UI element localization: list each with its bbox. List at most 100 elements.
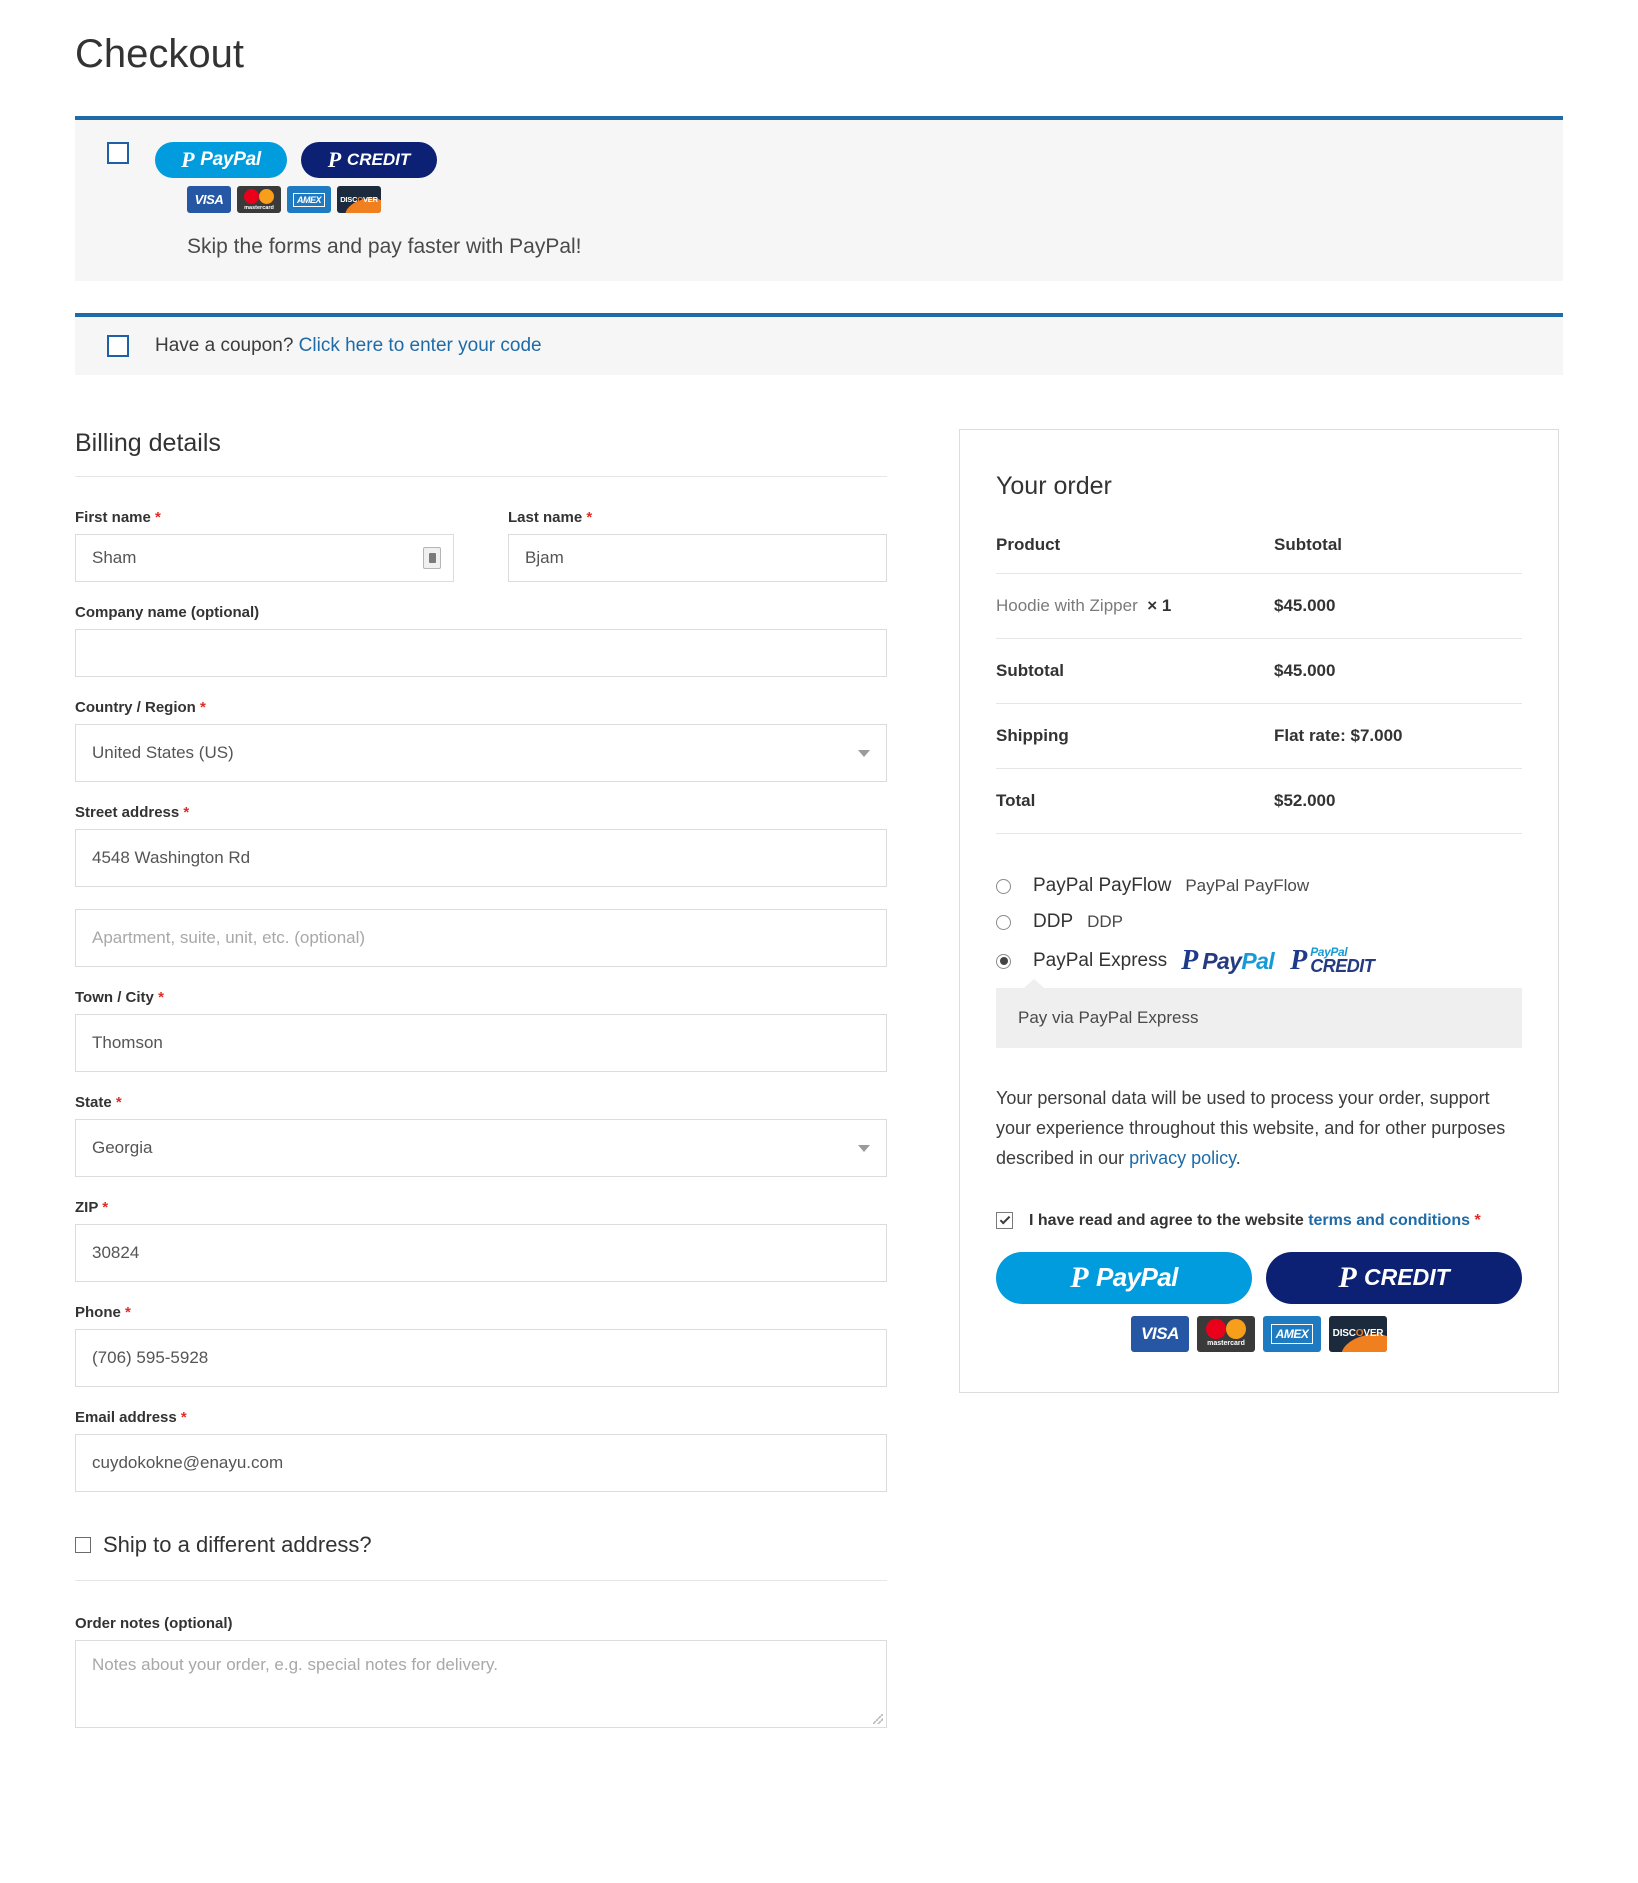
street-address-2-field: Apartment, suite, unit, etc. (optional) (75, 909, 887, 967)
state-required: * (115, 1094, 122, 1111)
paypal-button-label: PayPal (200, 149, 261, 170)
email-field: Email address * cuydokokne@enayu.com (75, 1409, 887, 1492)
last-name-input[interactable]: Bjam (508, 534, 887, 582)
coupon-checkbox[interactable] (107, 335, 129, 357)
street-address-field: Street address * 4548 Washington Rd (75, 804, 887, 887)
payment-method-paypal-payflow[interactable]: PayPal PayFlow PayPal PayFlow (996, 868, 1522, 904)
order-line-item-amount: $45.000 (1274, 573, 1522, 639)
paypal-credit-checkout-button-label: CREDIT (1364, 1264, 1450, 1291)
privacy-policy-link[interactable]: privacy policy (1129, 1148, 1236, 1168)
order-line-item-name: Hoodie with Zipper (996, 596, 1138, 615)
city-required: * (158, 989, 164, 1006)
radio-ddp[interactable] (996, 914, 1011, 930)
city-label-text: Town / City (75, 989, 154, 1006)
paypal-credit-p-icon: P (327, 147, 341, 172)
payment-method-paypal-payflow-alt: PayPal PayFlow (1185, 876, 1310, 895)
email-label: Email address * (75, 1409, 887, 1426)
street-address-required: * (183, 804, 190, 821)
payment-method-ddp[interactable]: DDP DDP (996, 904, 1522, 940)
payment-method-ddp-alt: DDP (1087, 912, 1124, 931)
resize-grip-icon[interactable] (873, 1714, 883, 1724)
order-summary-panel: Your order Product Subtotal Hoodie with … (959, 429, 1559, 1393)
privacy-notice-text-1: Your personal data will be used to proce… (996, 1088, 1506, 1168)
paypal-banner-buttons: P PayPal P CREDIT (155, 142, 582, 178)
mastercard-icon: mastercard (1197, 1315, 1255, 1352)
ship-to-different-address-row[interactable]: Ship to a different address? (75, 1532, 887, 1581)
first-name-input[interactable]: Sham (75, 534, 454, 582)
paypal-wordmark-pal: Pal (1241, 947, 1275, 974)
order-shipping-value: Flat rate: $7.000 (1274, 703, 1522, 769)
ship-to-different-address-checkbox[interactable] (75, 1537, 91, 1553)
paypal-credit-p-icon: P (1338, 1260, 1357, 1294)
paypal-credit-logo-icon: P PayPal CREDIT (1290, 945, 1375, 977)
zip-required: * (102, 1199, 109, 1216)
country-required: * (200, 699, 206, 716)
order-total-label: Total (996, 768, 1274, 834)
radio-paypal-payflow[interactable] (996, 878, 1011, 894)
terms-label: I have read and agree to the website ter… (1029, 1212, 1481, 1230)
email-value: cuydokokne@enayu.com (92, 1453, 284, 1472)
paypal-credit-button[interactable]: P CREDIT (301, 142, 437, 178)
order-notes-field: Order notes (optional) Notes about your … (75, 1615, 887, 1728)
paypal-express-checkbox[interactable] (107, 142, 129, 164)
zip-input[interactable]: 30824 (75, 1224, 887, 1282)
paypal-checkout-buttons: P PayPal P CREDIT (996, 1251, 1522, 1304)
phone-value: (706) 595-5928 (92, 1348, 209, 1367)
ship-to-different-address-label: Ship to a different address? (103, 1532, 372, 1557)
terms-and-conditions-link[interactable]: terms and conditions (1308, 1212, 1470, 1229)
paypal-wordmark-pay: Pay (1202, 947, 1242, 974)
order-accepted-cards-row: VISA mastercard AMEX DISCOVER (996, 1315, 1522, 1352)
state-value: Georgia (92, 1138, 153, 1157)
terms-required: * (1474, 1211, 1481, 1229)
street-address-2-input[interactable]: Apartment, suite, unit, etc. (optional) (75, 909, 887, 967)
city-input[interactable]: Thomson (75, 1014, 887, 1072)
country-label-text: Country / Region (75, 699, 196, 716)
phone-input[interactable]: (706) 595-5928 (75, 1329, 887, 1387)
country-value: United States (US) (92, 743, 234, 762)
order-line-item-qty: × 1 (1147, 596, 1172, 615)
email-input[interactable]: cuydokokne@enayu.com (75, 1434, 887, 1492)
password-manager-icon[interactable] (423, 547, 441, 569)
company-field: Company name (optional) (75, 604, 887, 677)
country-label: Country / Region * (75, 699, 887, 716)
street-address-input[interactable]: 4548 Washington Rd (75, 829, 887, 887)
chevron-down-icon (858, 1144, 870, 1152)
mastercard-icon: mastercard (237, 186, 281, 213)
order-notes-placeholder: Notes about your order, e.g. special not… (92, 1655, 499, 1674)
billing-form: Billing details First name * Sham Last n… (75, 429, 887, 1728)
order-subtotal-label: Subtotal (996, 638, 1274, 704)
last-name-label: Last name * (508, 509, 887, 526)
paypal-checkout-button-label: PayPal (1096, 1262, 1178, 1293)
visa-icon: VISA (1131, 1315, 1189, 1352)
order-notes-textarea[interactable]: Notes about your order, e.g. special not… (75, 1640, 887, 1728)
paypal-button[interactable]: P PayPal (155, 142, 287, 178)
privacy-notice-text-2: . (1235, 1147, 1241, 1168)
first-name-value: Sham (92, 548, 137, 567)
order-header-product: Product (996, 535, 1274, 574)
paypal-logo-icon: P PayPal (1181, 945, 1275, 977)
country-select[interactable]: United States (US) (75, 724, 887, 782)
terms-checkbox[interactable] (996, 1212, 1013, 1230)
radio-paypal-express[interactable] (996, 953, 1011, 969)
paypal-credit-checkout-button[interactable]: P CREDIT (1266, 1251, 1522, 1304)
payment-method-paypal-express[interactable]: PayPal Express P PayPal P PayPal CREDIT (996, 940, 1522, 982)
paypal-credit-button-label: CREDIT (346, 150, 411, 169)
city-value: Thomson (92, 1033, 163, 1052)
last-name-required: * (586, 509, 593, 526)
company-input[interactable] (75, 629, 887, 677)
order-subtotal-row: Subtotal $45.000 (996, 638, 1522, 704)
paypal-p-icon: P (181, 147, 195, 172)
terms-label-text: I have read and agree to the website (1029, 1211, 1309, 1229)
zip-label: ZIP * (75, 1199, 887, 1216)
first-name-field: First name * Sham (75, 509, 454, 582)
payment-method-description: Pay via PayPal Express (996, 979, 1522, 1049)
paypal-checkout-button[interactable]: P PayPal (996, 1251, 1252, 1304)
zip-value: 30824 (92, 1243, 140, 1262)
payment-method-ddp-label: DDP (1033, 911, 1074, 932)
zip-label-text: ZIP (75, 1199, 99, 1216)
terms-and-conditions-row[interactable]: I have read and agree to the website ter… (996, 1212, 1522, 1230)
paypal-p-icon: P (1070, 1260, 1089, 1294)
state-select[interactable]: Georgia (75, 1119, 887, 1177)
coupon-link[interactable]: Click here to enter your code (299, 335, 542, 356)
order-header-subtotal: Subtotal (1274, 535, 1522, 574)
